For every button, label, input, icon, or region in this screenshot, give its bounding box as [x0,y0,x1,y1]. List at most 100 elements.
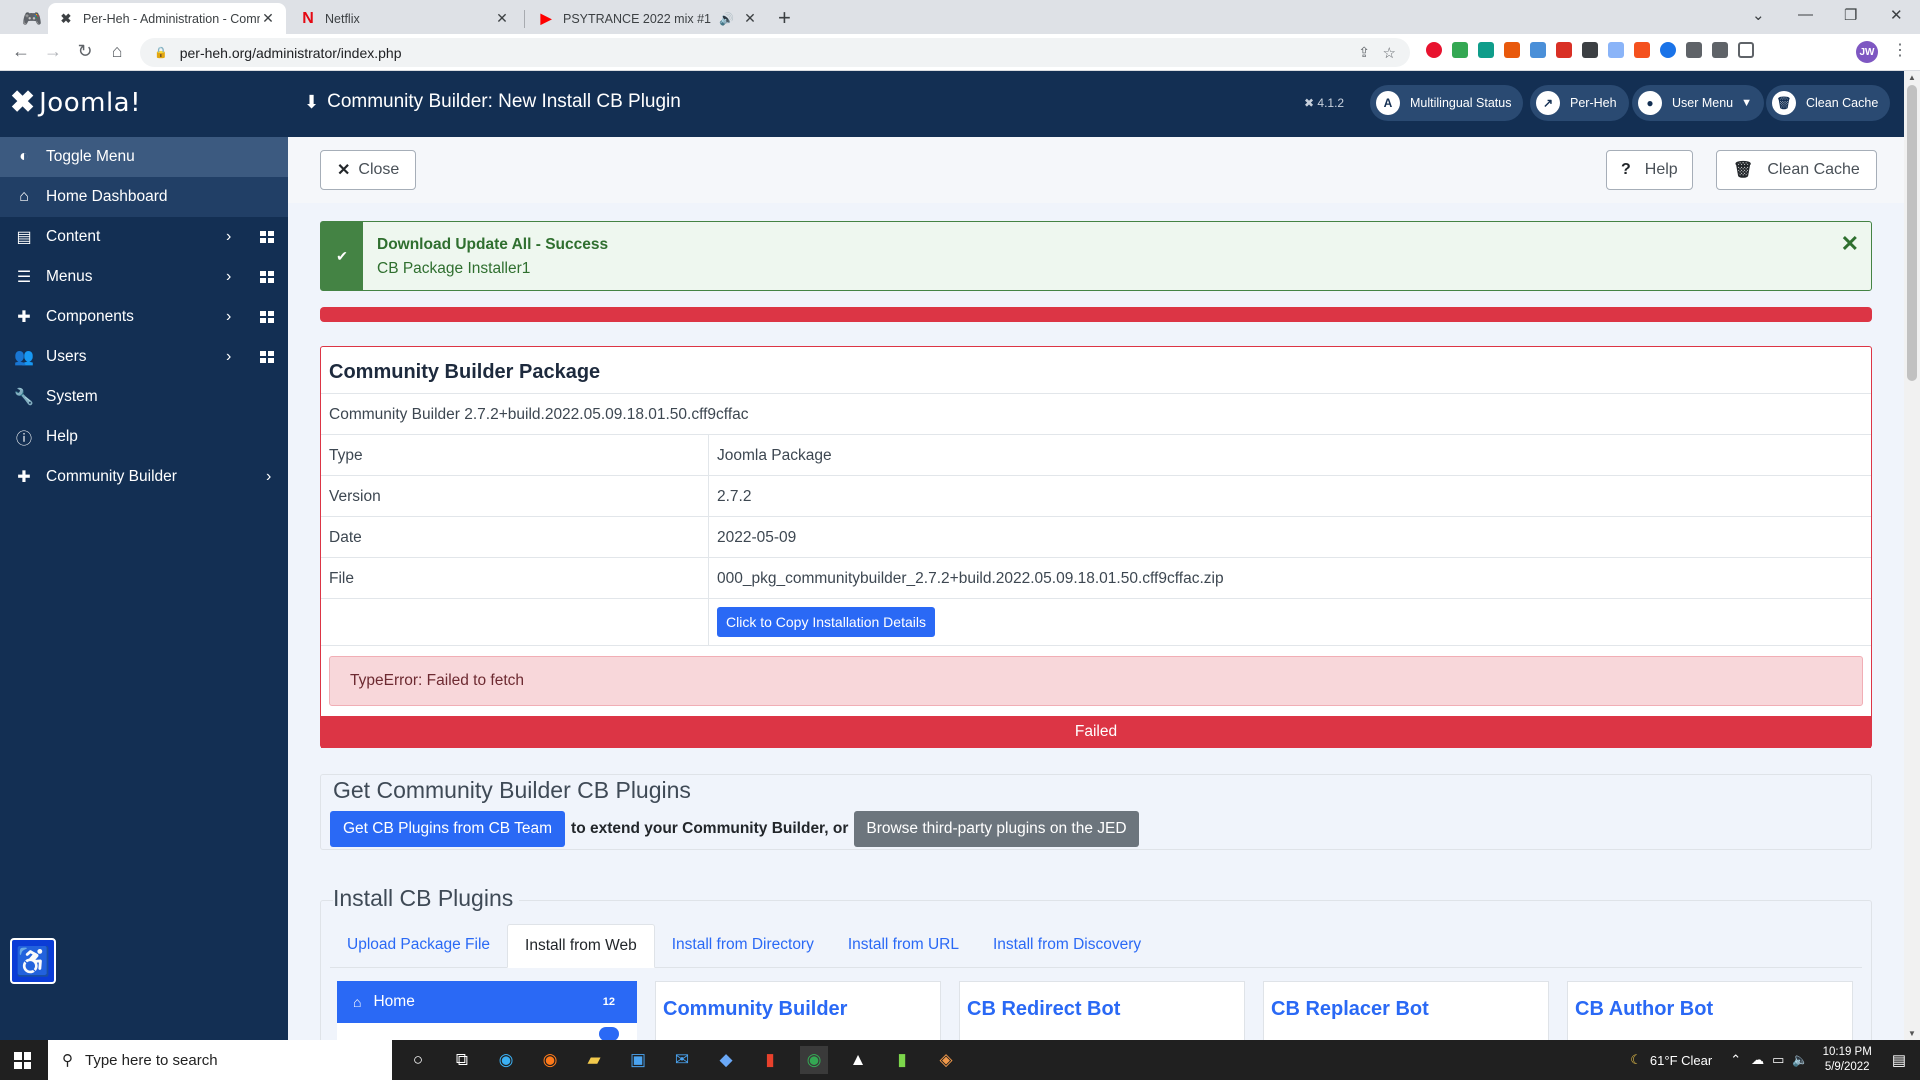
close-button[interactable]: ✕ Close [320,150,417,190]
weather-text[interactable]: 61°F Clear [1650,1053,1712,1068]
browser-tab-per-heh[interactable]: ✖ Per-Heh - Administration - Comm ✕ [48,3,286,34]
firefox-icon[interactable]: ◉ [536,1046,564,1074]
dashboard-grid-icon[interactable] [260,351,274,363]
close-tab-icon[interactable]: ✕ [494,10,510,27]
sidebar-item-components[interactable]: ✚ Components › [0,297,288,337]
close-tab-icon[interactable]: ✕ [742,10,758,27]
sidebar-item-menus[interactable]: ☰ Menus › [0,257,288,297]
plugin-card-title[interactable]: CB Replacer Bot [1271,998,1429,1021]
gamepad-icon[interactable]: 🎮 [12,3,46,34]
header-clean-cache-button[interactable]: 🗑 Clean Cache [1766,85,1891,121]
new-tab-button[interactable]: + [778,5,791,31]
extension-icon[interactable] [1478,42,1494,58]
clean-cache-button[interactable]: 🗑 Clean Cache [1716,150,1877,190]
home-icon[interactable]: ⌂ [106,41,128,62]
browser-menu-icon[interactable]: ⋮ [1892,40,1908,60]
plugin-category-next[interactable] [337,1023,637,1040]
dashboard-grid-icon[interactable] [260,271,274,283]
extension-icon[interactable] [1556,42,1572,58]
sidebar-item-toggle-menu[interactable]: ◐ Toggle Menu [0,137,288,177]
sidebar-item-users[interactable]: 👥 Users › [0,337,288,377]
browse-jed-button[interactable]: Browse third-party plugins on the JED [854,811,1139,847]
minimize-icon[interactable]: — [1798,6,1813,23]
drive-extension-icon[interactable] [1452,42,1468,58]
opera-extension-icon[interactable] [1426,42,1442,58]
plugin-card[interactable]: CB Redirect Bot [959,981,1245,1040]
help-button[interactable]: ? Help [1606,150,1693,190]
scrollbar-thumb[interactable] [1907,85,1917,381]
lock-icon[interactable]: 🔒 [154,46,168,59]
file-explorer-icon[interactable]: ▰ [580,1046,608,1074]
cloud-icon[interactable]: ☁ [1751,1052,1764,1068]
volume-icon[interactable]: 🔈 [1792,1052,1808,1068]
tab-install-from-directory[interactable]: Install from Directory [655,924,831,968]
sidebar-item-content[interactable]: ▤ Content › [0,217,288,257]
edge-icon[interactable]: ◉ [492,1046,520,1074]
browser-tab-netflix[interactable]: N Netflix ✕ [290,3,520,34]
app-icon[interactable]: ◆ [712,1046,740,1074]
back-icon[interactable]: ← [10,41,32,62]
tab-upload-package-file[interactable]: Upload Package File [330,924,507,968]
extension-icon[interactable] [1660,42,1676,58]
plugin-card-title[interactable]: Community Builder [663,998,847,1021]
restore-icon[interactable]: ❐ [1844,6,1857,24]
browser-tab-youtube[interactable]: ▶ PSYTRANCE 2022 mix #10 #p 🔊 ✕ [528,3,768,34]
cortana-icon[interactable]: ○ [404,1046,432,1074]
extension-icon[interactable] [1582,42,1598,58]
show-hidden-icons-icon[interactable]: ⌃ [1730,1052,1741,1068]
scroll-down-icon[interactable]: ▼ [1908,1029,1916,1038]
reading-list-icon[interactable] [1712,42,1728,58]
extension-icon[interactable] [1504,42,1520,58]
extension-icon[interactable] [1634,42,1650,58]
store-icon[interactable]: ▣ [624,1046,652,1074]
dashboard-grid-icon[interactable] [260,231,274,243]
joomla-logo[interactable]: ✖ Joomla! [10,85,141,120]
multilingual-status-button[interactable]: A Multilingual Status [1370,85,1524,121]
office-icon[interactable]: ▮ [756,1046,784,1074]
sidebar-item-system[interactable]: 🔧 System [0,377,288,417]
app-icon[interactable]: ▲ [844,1046,872,1074]
sidebar-item-home-dashboard[interactable]: ⌂ Home Dashboard [0,177,288,217]
bluestacks-icon[interactable]: ◈ [932,1046,960,1074]
task-view-icon[interactable]: ⧉ [448,1046,476,1074]
app-icon[interactable]: ▮ [888,1046,916,1074]
tab-install-from-web[interactable]: Install from Web [507,924,655,968]
plugin-card[interactable]: Community Builder [655,981,941,1040]
taskbar-search-box[interactable]: ⚲ Type here to search [48,1040,392,1080]
notifications-icon[interactable]: ▤ [1892,1051,1906,1069]
puzzle-extensions-icon[interactable] [1686,42,1702,58]
tab-install-from-url[interactable]: Install from URL [831,924,976,968]
page-scrollbar[interactable]: ▲ ▼ [1904,71,1920,1040]
address-bar[interactable]: 🔒 per-heh.org/administrator/index.php ⇪ … [140,38,1410,67]
mail-icon[interactable]: ✉ [668,1046,696,1074]
plugin-card-title[interactable]: CB Author Bot [1575,998,1713,1021]
sidebar-item-community-builder[interactable]: ✚ Community Builder › [0,457,288,497]
tab-install-from-discovery[interactable]: Install from Discovery [976,924,1158,968]
plugin-card-title[interactable]: CB Redirect Bot [967,998,1120,1021]
close-window-icon[interactable]: ✕ [1890,6,1903,24]
site-link-button[interactable]: ↗ Per-Heh [1530,85,1629,121]
accessibility-icon[interactable]: ♿ [10,938,56,984]
scroll-up-icon[interactable]: ▲ [1908,73,1916,82]
chrome-icon[interactable]: ◉ [800,1046,828,1074]
extension-icon[interactable] [1530,42,1546,58]
reload-icon[interactable]: ↻ [74,41,96,62]
sidebar-item-help[interactable]: ⓘ Help [0,417,288,457]
side-panel-icon[interactable] [1738,42,1754,58]
dashboard-grid-icon[interactable] [260,311,274,323]
plugin-category-home[interactable]: ⌂ Home 12 [337,981,637,1023]
clock[interactable]: 10:19 PM 5/9/2022 [1823,1045,1872,1075]
plugin-card[interactable]: CB Author Bot [1567,981,1853,1040]
forward-icon[interactable]: → [42,41,64,62]
windows-start-icon[interactable] [14,1052,31,1069]
plugin-card[interactable]: CB Replacer Bot [1263,981,1549,1040]
user-menu-button[interactable]: ● User Menu ▼ [1632,85,1765,121]
tab-search-icon[interactable]: ⌄ [1752,6,1765,24]
profile-avatar[interactable]: JW [1856,41,1878,63]
alert-close-icon[interactable]: ✕ [1841,231,1859,257]
close-tab-icon[interactable]: ✕ [260,10,276,27]
network-icon[interactable]: ▭ [1772,1052,1784,1068]
audio-playing-icon[interactable]: 🔊 [719,12,734,26]
get-cb-plugins-button[interactable]: Get CB Plugins from CB Team [330,811,566,847]
shield-extension-icon[interactable] [1608,42,1624,58]
